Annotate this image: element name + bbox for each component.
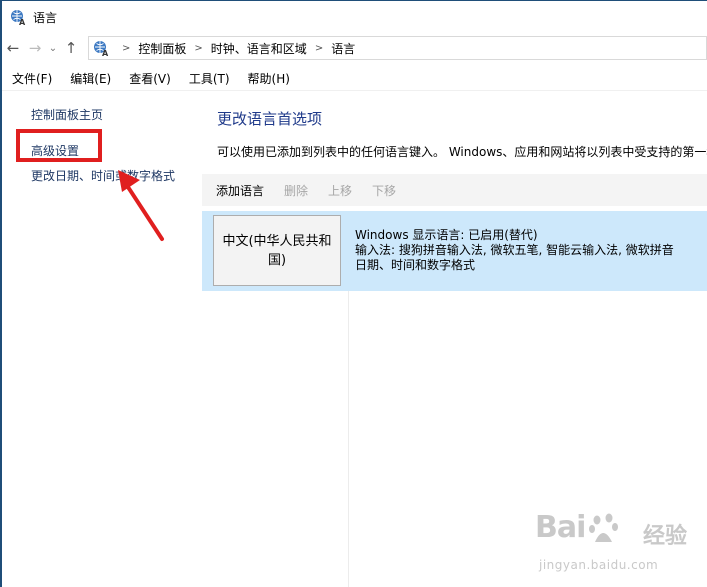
- format-info: 日期、时间和数字格式: [355, 258, 476, 272]
- chevron-right-icon[interactable]: >: [315, 43, 323, 54]
- input-methods-list: 输入法: 搜狗拼音输入法, 微软五笔, 智能云输入法, 微软拼音: [355, 243, 674, 257]
- language-details: Windows 显示语言: 已启用(替代) 输入法: 搜狗拼音输入法, 微软五笔…: [355, 228, 674, 273]
- annotation-highlight-box: [16, 129, 102, 162]
- breadcrumb-clock-language-region[interactable]: 时钟、语言和区域: [211, 40, 307, 57]
- add-language-button[interactable]: 添加语言: [216, 182, 264, 199]
- svg-text:A: A: [102, 49, 109, 57]
- arrow-up-icon: ↑: [64, 39, 78, 57]
- arrow-right-icon: →: [28, 39, 42, 57]
- language-toolbar: 添加语言 删除 上移 下移: [202, 174, 707, 206]
- display-language-status: Windows 显示语言: 已启用(替代): [355, 228, 538, 242]
- up-button[interactable]: ↑: [60, 37, 82, 59]
- watermark-brand-cn: 经验: [643, 524, 688, 549]
- left-navigation-pane: 控制面板主页 高级设置 更改日期、时间或数字格式: [2, 92, 202, 587]
- watermark-url: jingyan.baidu.com: [539, 558, 659, 572]
- watermark-brand: Bai: [535, 510, 586, 545]
- menu-file[interactable]: 文件(F): [2, 70, 60, 87]
- move-up-button[interactable]: 上移: [328, 182, 352, 199]
- language-app-icon: A: [11, 10, 26, 26]
- page-title: 更改语言首选项: [217, 110, 323, 128]
- breadcrumb-control-panel[interactable]: 控制面板: [138, 40, 186, 57]
- move-down-button[interactable]: 下移: [372, 182, 396, 199]
- baidu-watermark: Bai 经验 jingyan.baidu.com: [535, 510, 700, 578]
- back-button[interactable]: ←: [2, 37, 24, 59]
- remove-language-button[interactable]: 删除: [284, 182, 308, 199]
- chevron-right-icon[interactable]: >: [194, 43, 202, 54]
- arrow-left-icon: ←: [6, 39, 20, 57]
- annotation-arrow-icon: [118, 170, 164, 241]
- menu-tools[interactable]: 工具(T): [179, 70, 238, 87]
- language-name-tile[interactable]: 中文(中华人民共和国): [213, 215, 341, 286]
- menu-edit[interactable]: 编辑(E): [60, 70, 119, 87]
- title-bar: A 语言: [2, 1, 707, 33]
- recent-locations-button[interactable]: ⌄: [46, 37, 60, 59]
- chevron-down-icon: ⌄: [48, 42, 58, 54]
- menu-help[interactable]: 帮助(H): [238, 70, 298, 87]
- language-location-icon: A: [94, 41, 109, 57]
- breadcrumb-language[interactable]: 语言: [331, 40, 355, 57]
- address-row: ← → ⌄ ↑ A > 控制面板 > 时钟、语言和区域 > 语言: [2, 33, 707, 63]
- svg-text:A: A: [19, 18, 26, 26]
- window-title: 语言: [33, 10, 58, 25]
- control-panel-home-link[interactable]: 控制面板主页: [31, 106, 103, 123]
- menu-view[interactable]: 查看(V): [119, 70, 179, 87]
- menu-bar: 文件(F) 编辑(E) 查看(V) 工具(T) 帮助(H): [2, 67, 707, 91]
- chevron-right-icon: >: [122, 42, 131, 54]
- page-description: 可以使用已添加到列表中的任何语言键入。 Windows、应用和网站将以列表中受支…: [217, 145, 707, 159]
- language-list-item[interactable]: 中文(中华人民共和国) Windows 显示语言: 已启用(替代) 输入法: 搜…: [202, 211, 707, 291]
- list-divider: [348, 291, 349, 587]
- address-bar[interactable]: A > 控制面板 > 时钟、语言和区域 > 语言: [88, 36, 707, 60]
- paw-icon: [589, 513, 618, 542]
- forward-button[interactable]: →: [24, 37, 46, 59]
